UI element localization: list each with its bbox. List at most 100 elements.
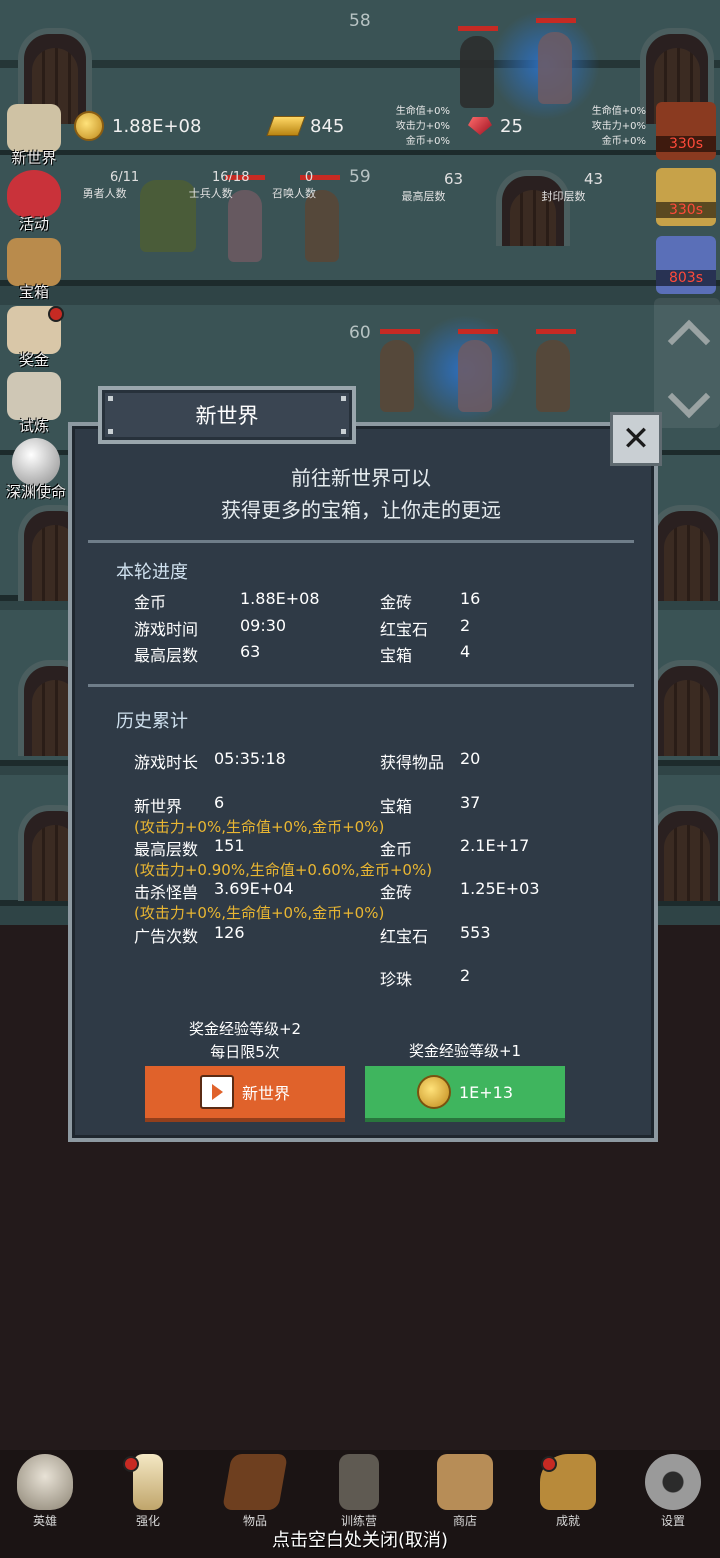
- floor-scroll-control: [654, 298, 720, 428]
- bonus-list: 生命值+0% 攻击力+0% 金币+0%: [390, 104, 450, 149]
- history-label: 红宝石: [380, 927, 429, 946]
- history-value: 2: [460, 966, 471, 985]
- floor-number: 59: [349, 167, 371, 187]
- stat-label: 士兵人数: [188, 187, 233, 200]
- history-label: 游戏时长: [134, 753, 199, 772]
- intro-line: 获得更多的宝箱，让你走的更远: [221, 498, 501, 522]
- side-item-label: 活动: [18, 215, 49, 233]
- gold-bar-value: 845: [310, 115, 345, 137]
- history-label: 击杀怪兽: [134, 883, 199, 902]
- nav-item-achievements[interactable]: 成就: [523, 1452, 613, 1532]
- history-label: 广告次数: [134, 927, 199, 946]
- bonus-line: 攻击力+0%: [591, 121, 646, 132]
- nav-item-settings[interactable]: 设置: [628, 1452, 718, 1532]
- floor-number: 58: [349, 11, 371, 31]
- nav-item-heroes[interactable]: 英雄: [0, 1452, 90, 1532]
- nav-item-training[interactable]: 训练营: [314, 1452, 404, 1532]
- stat-seal-floor: 43 封印层数: [524, 170, 604, 204]
- side-item-abyss-mission[interactable]: 深渊使命: [0, 438, 72, 504]
- stat-heroes: 6/11 勇者人数: [70, 170, 140, 201]
- current-label: 游戏时间: [134, 620, 199, 639]
- enemy-hp-bar: [458, 26, 498, 31]
- history-value: 3.69E+04: [214, 879, 294, 898]
- chevron-up-icon[interactable]: [667, 319, 711, 363]
- current-label: 金币: [134, 593, 167, 612]
- stat-value: 16/18: [212, 170, 250, 185]
- notification-dot: [541, 1456, 557, 1472]
- side-item-label: 宝箱: [18, 283, 49, 301]
- stat-label: 勇者人数: [82, 187, 127, 200]
- stat-summons: 0 召唤人数: [272, 170, 316, 201]
- feather-icon: [7, 372, 61, 420]
- history-label: 新世界: [134, 797, 183, 816]
- history-value: 553: [460, 923, 491, 942]
- bonus-line: 生命值+0%: [591, 106, 646, 117]
- history-bonus-note: (攻击力+0%,生命值+0%,金币+0%): [134, 818, 385, 836]
- gold-bar-icon: [266, 116, 306, 136]
- skull-icon: [17, 1454, 73, 1510]
- stat-label: 最高层数: [401, 190, 446, 203]
- video-icon: [199, 1075, 234, 1109]
- stat-value: 63: [444, 170, 464, 188]
- side-item-label: 试炼: [18, 417, 49, 435]
- timer-value: 803s: [656, 270, 716, 286]
- nav-item-items[interactable]: 物品: [210, 1452, 300, 1532]
- monster-sprite: [536, 340, 570, 412]
- side-item-chest[interactable]: 宝箱: [0, 238, 68, 304]
- stat-max-floor: 63 最高层数: [384, 170, 464, 204]
- history-value: 6: [214, 793, 225, 812]
- side-item-events[interactable]: 活动: [0, 170, 68, 236]
- new-world-ad-button[interactable]: 新世界: [145, 1066, 345, 1122]
- boost-timer[interactable]: 803s: [656, 236, 716, 294]
- dialog-title: 新世界: [195, 404, 259, 428]
- stat-value: 0: [304, 170, 314, 185]
- nav-item-upgrade[interactable]: 强化: [103, 1452, 193, 1532]
- stat-label: 封印层数: [541, 190, 586, 203]
- history-value: 1.25E+03: [460, 879, 540, 898]
- boost-timer[interactable]: 330s: [656, 102, 716, 160]
- dungeon-door: [650, 660, 720, 756]
- map-icon: [7, 104, 61, 152]
- current-value: 4: [460, 642, 471, 661]
- bonus-line: 攻击力+0%: [395, 121, 450, 132]
- mug-icon: [437, 1454, 493, 1510]
- current-label: 金砖: [380, 593, 413, 612]
- current-value: 2: [460, 616, 471, 635]
- ad-option-limit: 每日限5次: [210, 1043, 280, 1061]
- bonus-line: 金币+0%: [601, 136, 646, 147]
- side-item-bonus[interactable]: 奖金: [0, 306, 68, 372]
- lantern-icon: [339, 1454, 379, 1510]
- history-label: 珍珠: [380, 970, 413, 989]
- current-label: 红宝石: [380, 620, 429, 639]
- side-item-new-world[interactable]: 新世界: [0, 104, 68, 170]
- history-label: 金币: [380, 840, 413, 859]
- history-value: 05:35:18: [214, 749, 286, 768]
- coin-icon: [74, 111, 104, 141]
- history-label: 最高层数: [134, 840, 199, 859]
- current-label: 宝箱: [380, 646, 413, 665]
- history-value: 126: [214, 923, 245, 942]
- close-button[interactable]: ✕: [610, 412, 662, 466]
- nav-item-shop[interactable]: 商店: [420, 1452, 510, 1532]
- chevron-down-icon[interactable]: [667, 375, 711, 419]
- button-label: 1E+13: [458, 1082, 514, 1102]
- monster-sprite: [458, 340, 492, 412]
- current-value: 16: [460, 589, 481, 608]
- notification-dot: [123, 1456, 139, 1472]
- history-value: 37: [460, 793, 481, 812]
- divider: [88, 540, 634, 543]
- timer-value: 330s: [656, 202, 716, 218]
- history-bonus-note: (攻击力+0.90%,生命值+0.60%,金币+0%): [134, 861, 433, 879]
- monster-sprite: [380, 340, 414, 412]
- section-title-history: 历史累计: [116, 711, 188, 732]
- close-hint: 点击空白处关闭(取消): [271, 1530, 449, 1551]
- stat-soldiers: 16/18 士兵人数: [172, 170, 250, 201]
- side-item-trial[interactable]: 试炼: [0, 372, 68, 438]
- enemy-hp-bar: [380, 329, 420, 334]
- boost-timer[interactable]: 330s: [656, 168, 716, 226]
- notification-dot: [48, 306, 64, 322]
- enemy-hp-bar: [536, 329, 576, 334]
- gold-option-caption: 奖金经验等级+1: [408, 1042, 522, 1060]
- current-value: 09:30: [240, 616, 287, 635]
- new-world-gold-button[interactable]: 1E+13: [365, 1066, 565, 1122]
